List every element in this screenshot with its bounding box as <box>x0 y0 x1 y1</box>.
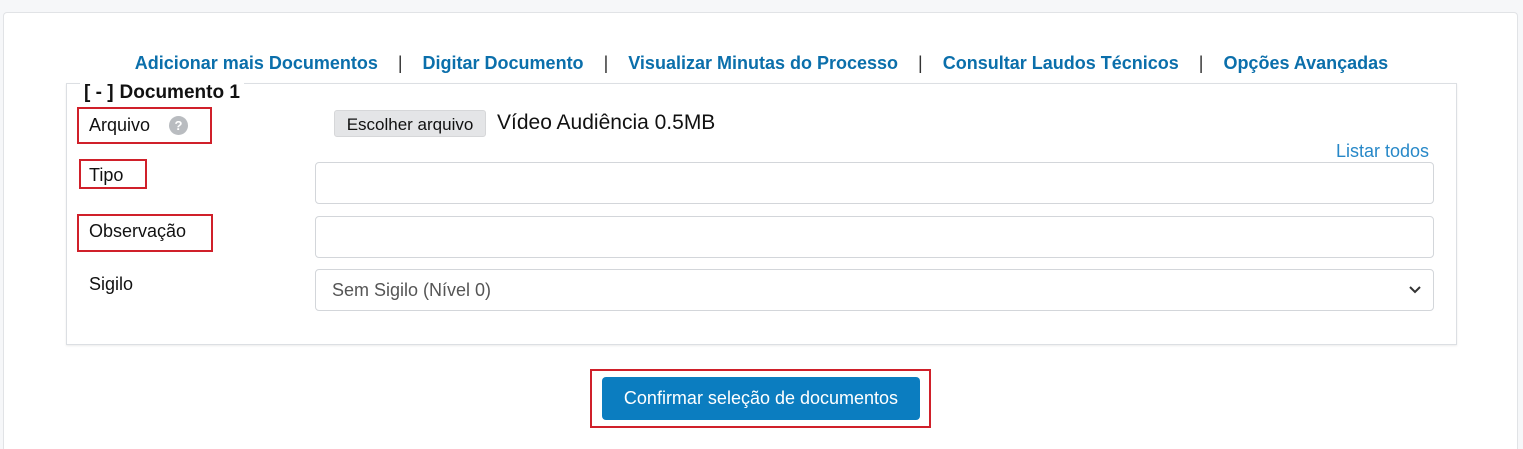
nav-separator: | <box>397 52 403 73</box>
nav-separator: | <box>603 52 609 73</box>
nav-view-drafts-link[interactable]: Visualizar Minutas do Processo <box>628 53 898 74</box>
nav-advanced-options-link[interactable]: Opções Avançadas <box>1223 53 1388 74</box>
selected-file-name: Vídeo Audiência 0.5MB <box>497 111 716 134</box>
main-card: Adicionar mais Documentos | Digitar Docu… <box>3 12 1518 449</box>
nav-add-documents-link[interactable]: Adicionar mais Documentos <box>135 53 378 74</box>
help-icon[interactable]: ? <box>169 116 188 135</box>
confirm-selection-button[interactable]: Confirmar seleção de documentos <box>602 377 920 420</box>
tipo-label: Tipo <box>89 165 124 185</box>
observacao-input[interactable] <box>315 216 1434 258</box>
nav-separator: | <box>1198 52 1204 73</box>
collapse-toggle[interactable]: [ - ] <box>84 82 114 103</box>
tipo-input[interactable] <box>315 162 1434 204</box>
list-all-link[interactable]: Listar todos <box>1336 141 1429 162</box>
choose-file-button[interactable]: Escolher arquivo <box>334 110 486 137</box>
document-title: Documento 1 <box>119 82 240 103</box>
arquivo-label: Arquivo <box>89 115 151 135</box>
sigilo-label: Sigilo <box>89 274 134 294</box>
chevron-down-icon <box>1409 270 1421 310</box>
top-nav: Adicionar mais Documentos | Digitar Docu… <box>4 51 1519 75</box>
nav-type-document-link[interactable]: Digitar Documento <box>423 53 584 74</box>
observacao-label: Observação <box>89 221 187 241</box>
nav-technical-reports-link[interactable]: Consultar Laudos Técnicos <box>943 53 1179 74</box>
document-legend: [ - ] Documento 1 <box>80 82 244 104</box>
sigilo-selected-value: Sem Sigilo (Nível 0) <box>332 280 492 300</box>
sigilo-select[interactable]: Sem Sigilo (Nível 0) <box>315 269 1434 311</box>
nav-separator: | <box>918 52 923 73</box>
